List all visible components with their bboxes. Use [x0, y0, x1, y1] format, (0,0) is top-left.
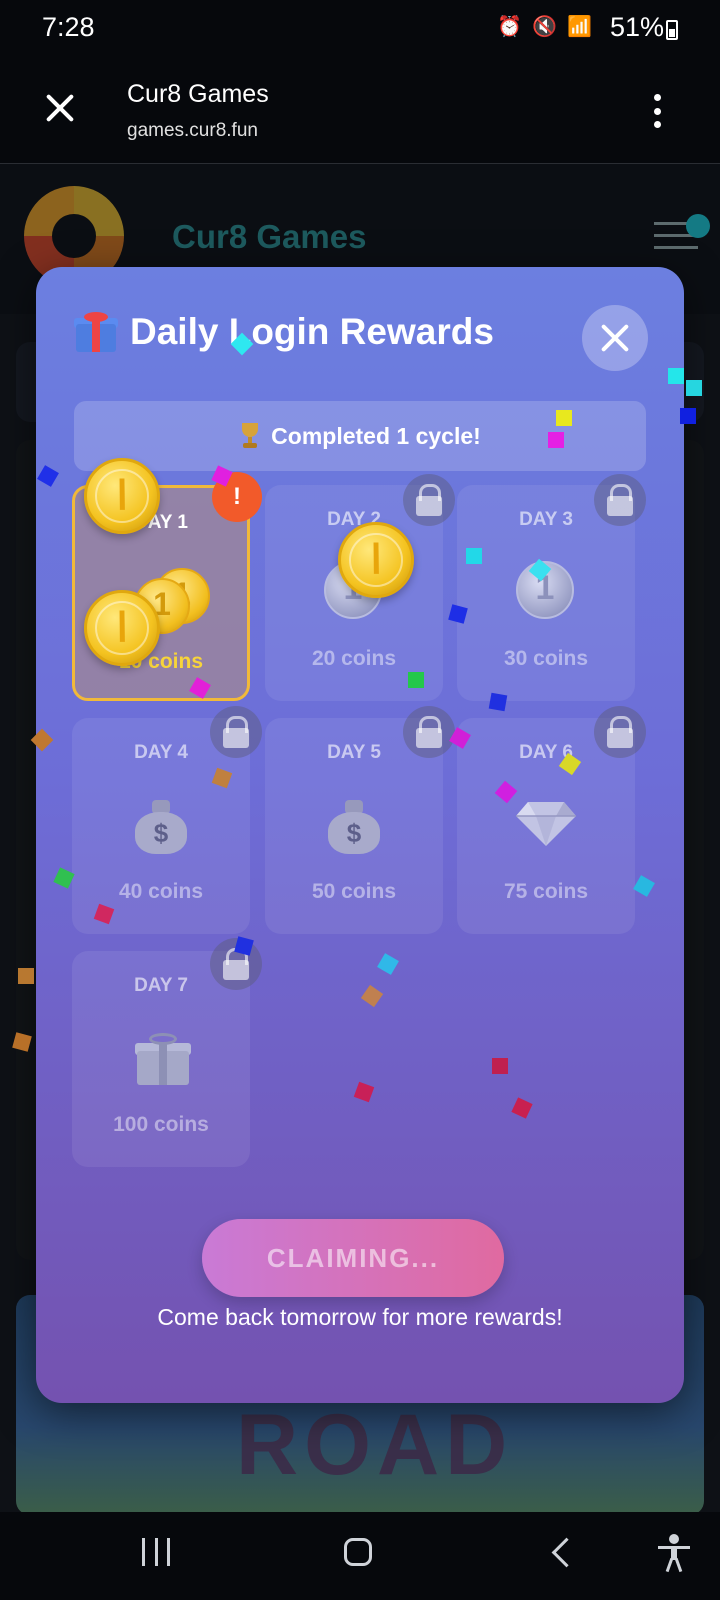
- flying-coin-icon: [84, 590, 160, 666]
- claim-button[interactable]: CLAIMING...: [202, 1219, 504, 1297]
- status-time: 7:28: [42, 12, 95, 42]
- confetti: [492, 1058, 508, 1074]
- modal-title: Daily Login Rewards: [74, 311, 494, 353]
- day-coins: 20 coins: [311, 647, 397, 670]
- browser-toolbar: Cur8 Games games.cur8.fun: [0, 60, 720, 164]
- confetti: [668, 368, 684, 384]
- lock-icon: [403, 474, 455, 526]
- battery-icon: [666, 20, 678, 40]
- accessibility-icon[interactable]: [658, 1534, 690, 1573]
- footer-message: Come back tomorrow for more rewards!: [157, 1304, 563, 1330]
- daily-rewards-modal: Daily Login Rewards Completed 1 cycle! D…: [36, 267, 684, 1403]
- status-bar: 7:28 ⏰ 🔇 📶 51%: [0, 0, 720, 60]
- gift-icon: [131, 1027, 191, 1087]
- day-coins: 100 coins: [113, 1113, 209, 1136]
- flying-coin-icon: [84, 458, 160, 534]
- confetti: [680, 408, 696, 424]
- modal-title-text: Daily Login Rewards: [130, 311, 494, 352]
- diamond-icon: [516, 794, 576, 854]
- status-icons: ⏰ 🔇 📶: [497, 14, 592, 39]
- cycle-banner-text: Completed 1 cycle!: [271, 422, 481, 449]
- site-brand: Cur8 Games: [172, 218, 367, 255]
- lock-icon: [210, 706, 262, 758]
- home-button-icon[interactable]: [344, 1538, 372, 1566]
- lock-icon: [594, 706, 646, 758]
- money-bag-icon: $: [131, 794, 191, 854]
- page-url[interactable]: games.cur8.fun: [127, 120, 258, 142]
- confetti: [408, 672, 424, 688]
- close-tab-icon[interactable]: [42, 90, 78, 126]
- confetti: [18, 968, 34, 984]
- lock-icon: [594, 474, 646, 526]
- day-coins: 40 coins: [118, 880, 204, 903]
- page-title: Cur8 Games: [127, 80, 269, 108]
- day-coins: 75 coins: [503, 880, 589, 903]
- confetti: [466, 548, 482, 564]
- wifi-icon: 📶: [567, 16, 592, 38]
- back-button-icon[interactable]: [551, 1537, 582, 1568]
- gift-icon: [74, 312, 118, 352]
- more-options-icon[interactable]: [654, 94, 662, 128]
- day-coins: 50 coins: [311, 880, 397, 903]
- modal-close-button[interactable]: [582, 305, 648, 371]
- confetti: [548, 432, 564, 448]
- mute-icon: 🔇: [532, 16, 558, 38]
- system-nav-bar: [0, 1512, 720, 1600]
- background-game-title: ROAD: [236, 1397, 514, 1493]
- flying-coin-icon: [338, 522, 414, 598]
- notification-dot: [686, 214, 710, 238]
- battery-percent: 51%: [609, 12, 664, 42]
- lock-icon: [403, 706, 455, 758]
- confetti: [556, 410, 572, 426]
- confetti: [488, 692, 508, 712]
- recents-button-icon[interactable]: [142, 1538, 170, 1566]
- money-bag-icon: $: [324, 794, 384, 854]
- day-coins: 30 coins: [503, 647, 589, 670]
- confetti: [686, 380, 702, 396]
- trophy-icon: [239, 423, 261, 449]
- alarm-icon: ⏰: [497, 16, 523, 38]
